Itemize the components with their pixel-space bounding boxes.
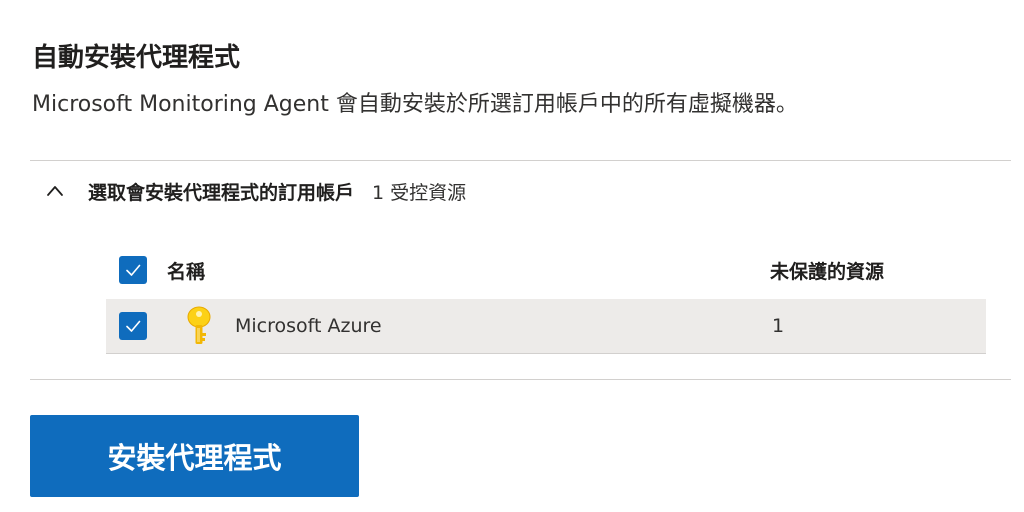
page-description: Microsoft Monitoring Agent 會自動安裝於所選訂用帳戶中…: [32, 92, 798, 117]
checkmark-icon: [126, 320, 141, 332]
row-checkbox[interactable]: [119, 312, 147, 340]
column-header-unprotected[interactable]: 未保護的資源: [770, 257, 884, 284]
select-all-checkbox[interactable]: [119, 256, 147, 284]
page-title: 自動安裝代理程式: [32, 43, 241, 73]
subscription-name: Microsoft Azure: [235, 315, 382, 337]
section-title: 選取會安裝代理程式的訂用帳戶: [88, 181, 355, 204]
checkmark-icon: [126, 264, 141, 276]
table-header: 名稱 未保護的資源: [106, 248, 986, 292]
subscription-section-toggle[interactable]: 選取會安裝代理程式的訂用帳戶 1 受控資源: [46, 172, 466, 210]
column-header-name[interactable]: 名稱: [167, 257, 205, 284]
install-agent-button[interactable]: 安裝代理程式: [30, 415, 359, 497]
managed-resource-count: 1 受控資源: [372, 181, 467, 204]
unprotected-count: 1: [772, 315, 785, 337]
chevron-up-icon: [46, 182, 64, 200]
key-icon: [185, 306, 213, 346]
divider: [30, 379, 1011, 380]
table-row[interactable]: Microsoft Azure 1: [106, 299, 986, 354]
install-agent-panel: 自動安裝代理程式 Microsoft Monitoring Agent 會自動安…: [0, 0, 1024, 512]
divider: [30, 160, 1011, 161]
